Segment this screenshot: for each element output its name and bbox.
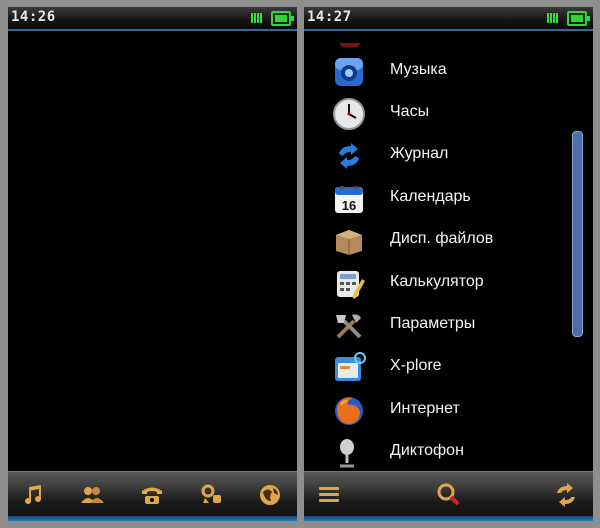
microphone-icon <box>332 436 366 470</box>
file-manager-box-icon <box>332 224 366 258</box>
home-screen: 14:26 <box>8 7 297 521</box>
settings-tools-icon <box>332 309 366 343</box>
menu-icon[interactable] <box>316 482 342 508</box>
signal-icon <box>547 13 563 23</box>
menu-item-file-manager[interactable]: Дисп. файлов <box>304 220 593 262</box>
refresh-icon[interactable] <box>553 482 579 508</box>
clock-time: 14:27 <box>307 9 352 25</box>
menu-item-label: Дисп. файлов <box>390 230 494 247</box>
signal-icon <box>251 13 267 23</box>
menu-item-label: Калькулятор <box>390 273 484 290</box>
status-bar: 14:27 <box>304 7 593 31</box>
menu-item-music[interactable]: Музыка <box>304 51 593 93</box>
music-player-icon <box>332 55 366 89</box>
calculator-icon <box>332 267 366 301</box>
menu-item-label: Музыка <box>390 61 447 78</box>
menu-item-label: Интернет <box>390 400 460 417</box>
apps-icon[interactable] <box>199 482 225 508</box>
menu-item-label: X-plore <box>390 357 442 374</box>
menu-item-label: Параметры <box>390 315 476 332</box>
softkey-bar <box>304 471 593 521</box>
menu-item-log[interactable]: Журнал <box>304 135 593 177</box>
menu-item-label: Диктофон <box>390 442 464 459</box>
menu-item-internet[interactable]: Интернет <box>304 390 593 432</box>
menu-item-calculator[interactable]: Калькулятор <box>304 263 593 305</box>
menu-item-settings[interactable]: Параметры <box>304 305 593 347</box>
music-icon[interactable] <box>20 482 46 508</box>
internet-icon[interactable] <box>257 482 283 508</box>
menu-item-label: Часы <box>390 103 430 120</box>
log-arrows-icon <box>332 139 366 173</box>
menu-item-clock[interactable]: Часы <box>304 93 593 135</box>
menu-screen: 14:27 Музыка Часы Журнал 16 Календарь Ди… <box>304 7 593 521</box>
clock-icon <box>332 97 366 131</box>
phone-icon[interactable] <box>139 482 165 508</box>
search-icon[interactable] <box>435 482 461 508</box>
firefox-icon <box>332 394 366 428</box>
xplore-icon <box>332 351 366 385</box>
menu-item-calendar[interactable]: 16 Календарь <box>304 178 593 220</box>
status-bar: 14:26 <box>8 7 297 31</box>
scrolled-item-edge <box>340 43 360 47</box>
battery-icon <box>567 11 590 26</box>
menu-item-label: Календарь <box>390 188 471 205</box>
calendar-icon: 16 <box>332 182 366 216</box>
contacts-icon[interactable] <box>79 482 105 508</box>
shortcut-bar <box>8 471 297 521</box>
clock-time: 14:26 <box>11 9 56 25</box>
scrollbar-thumb[interactable] <box>572 131 583 337</box>
menu-item-xplore[interactable]: X-plore <box>304 347 593 389</box>
menu-item-recorder[interactable]: Диктофон <box>304 432 593 474</box>
menu-item-label: Журнал <box>390 145 449 162</box>
battery-icon <box>271 11 294 26</box>
calendar-day: 16 <box>342 198 356 213</box>
